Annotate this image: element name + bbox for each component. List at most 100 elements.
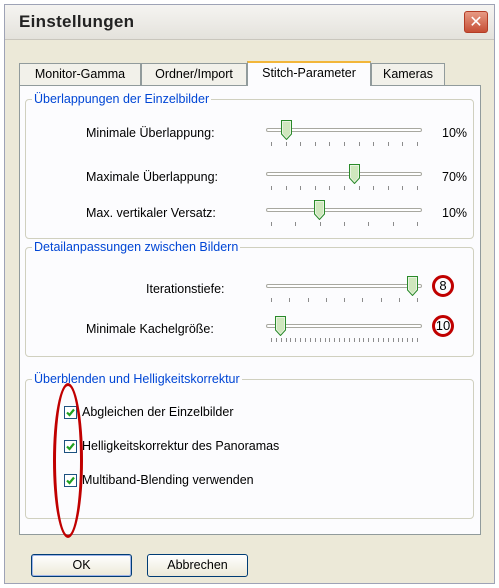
slider-tick: [271, 142, 272, 146]
slider-tick: [329, 142, 330, 146]
iteration-depth-slider[interactable]: [266, 276, 422, 304]
slider-tick: [344, 222, 345, 226]
slider-tick: [315, 338, 316, 342]
slider-tick: [286, 142, 287, 146]
slider-tick: [402, 186, 403, 190]
slider-tick: [289, 298, 290, 302]
min-tile-size-label: Minimale Kachelgröße:: [86, 322, 214, 336]
tab-monitor-gamma[interactable]: Monitor-Gamma: [19, 63, 141, 85]
slider-tick: [393, 222, 394, 226]
slider-tick: [354, 338, 355, 342]
slider-tick: [300, 186, 301, 190]
slider-tick: [383, 338, 384, 342]
max-overlap-slider[interactable]: [266, 164, 422, 192]
slider-tick: [271, 222, 272, 226]
slider-tick: [339, 338, 340, 342]
slider-thumb[interactable]: [281, 120, 292, 141]
tab-stitch-parameter[interactable]: Stitch-Parameter: [247, 61, 371, 86]
slider-track: [266, 324, 422, 328]
ok-button[interactable]: OK: [31, 554, 132, 577]
close-icon: ✕: [469, 12, 483, 31]
slider-ticks: [266, 338, 422, 342]
slider-ticks: [266, 298, 422, 302]
slider-tick: [329, 338, 330, 342]
min-overlap-value: 10%: [442, 126, 468, 140]
max-overlap-label: Maximale Überlappung:: [86, 170, 219, 184]
slider-tick: [320, 222, 321, 226]
slider-tick: [417, 142, 418, 146]
slider-tick: [300, 338, 301, 342]
checkbox-highlight-oval: [53, 383, 83, 538]
slider-tick: [271, 298, 272, 302]
iteration-depth-value: 8: [432, 275, 454, 297]
slider-tick: [271, 186, 272, 190]
slider-ticks: [266, 142, 422, 146]
slider-tick: [329, 186, 330, 190]
slider-tick: [344, 298, 345, 302]
slider-tick: [407, 338, 408, 342]
multiband-blending-label: Multiband-Blending verwenden: [82, 473, 254, 487]
slider-tick: [368, 338, 369, 342]
slider-tick: [359, 186, 360, 190]
detail-group-title: Detailanpassungen zwischen Bildern: [32, 239, 241, 255]
dialog-title: Einstellungen: [19, 12, 135, 31]
slider-tick: [412, 338, 413, 342]
cancel-button[interactable]: Abbrechen: [147, 554, 248, 577]
slider-tick: [349, 338, 350, 342]
slider-tick: [320, 338, 321, 342]
slider-tick: [315, 186, 316, 190]
slider-tick: [344, 338, 345, 342]
slider-thumb[interactable]: [349, 164, 360, 185]
slider-tick: [276, 338, 277, 342]
slider-tick: [378, 338, 379, 342]
overlap-group-title: Überlappungen der Einzelbilder: [32, 91, 212, 107]
slider-tick: [315, 142, 316, 146]
slider-tick: [359, 142, 360, 146]
iteration-depth-label: Iterationstiefe:: [146, 282, 225, 296]
slider-tick: [388, 338, 389, 342]
max-overlap-value: 70%: [442, 170, 468, 184]
slider-tick: [373, 142, 374, 146]
slider-tick: [398, 338, 399, 342]
slider-tick: [373, 186, 374, 190]
slider-tick: [344, 142, 345, 146]
slider-tick: [417, 222, 418, 226]
slider-tick: [417, 298, 418, 302]
min-tile-size-value: 10: [432, 315, 454, 337]
slider-tick: [281, 338, 282, 342]
slider-thumb[interactable]: [275, 316, 286, 337]
min-overlap-slider[interactable]: [266, 120, 422, 148]
slider-tick: [359, 338, 360, 342]
tab-kameras[interactable]: Kameras: [371, 63, 445, 85]
slider-tick: [402, 338, 403, 342]
slider-tick: [399, 298, 400, 302]
title-bar: Einstellungen ✕: [5, 5, 494, 40]
slider-tick: [325, 338, 326, 342]
tab-ordner-import[interactable]: Ordner/Import: [141, 63, 247, 85]
slider-thumb[interactable]: [314, 200, 325, 221]
slider-thumb[interactable]: [407, 276, 418, 297]
max-vertical-offset-slider[interactable]: [266, 200, 422, 228]
slider-tick: [388, 186, 389, 190]
slider-tick: [271, 338, 272, 342]
slider-tick: [344, 186, 345, 190]
stitch-parameter-panel: Überlappungen der Einzelbilder Detailanp…: [19, 85, 481, 535]
max-vertical-offset-label: Max. vertikaler Versatz:: [86, 206, 216, 220]
slider-tick: [417, 338, 418, 342]
slider-tick: [402, 142, 403, 146]
match-images-label: Abgleichen der Einzelbilder: [82, 405, 234, 419]
min-tile-size-slider[interactable]: [266, 316, 422, 344]
slider-tick: [295, 222, 296, 226]
brightness-correction-label: Helligkeitskorrektur des Panoramas: [82, 439, 280, 453]
slider-track: [266, 284, 422, 288]
slider-tick: [334, 338, 335, 342]
max-vertical-offset-value: 10%: [442, 206, 468, 220]
slider-tick: [326, 298, 327, 302]
settings-dialog: Einstellungen ✕ Monitor-Gamma Ordner/Imp…: [4, 4, 495, 584]
slider-tick: [310, 338, 311, 342]
min-overlap-label: Minimale Überlappung:: [86, 126, 215, 140]
slider-ticks: [266, 186, 422, 190]
close-button[interactable]: ✕: [464, 11, 488, 33]
slider-ticks: [266, 222, 422, 226]
slider-tick: [362, 298, 363, 302]
